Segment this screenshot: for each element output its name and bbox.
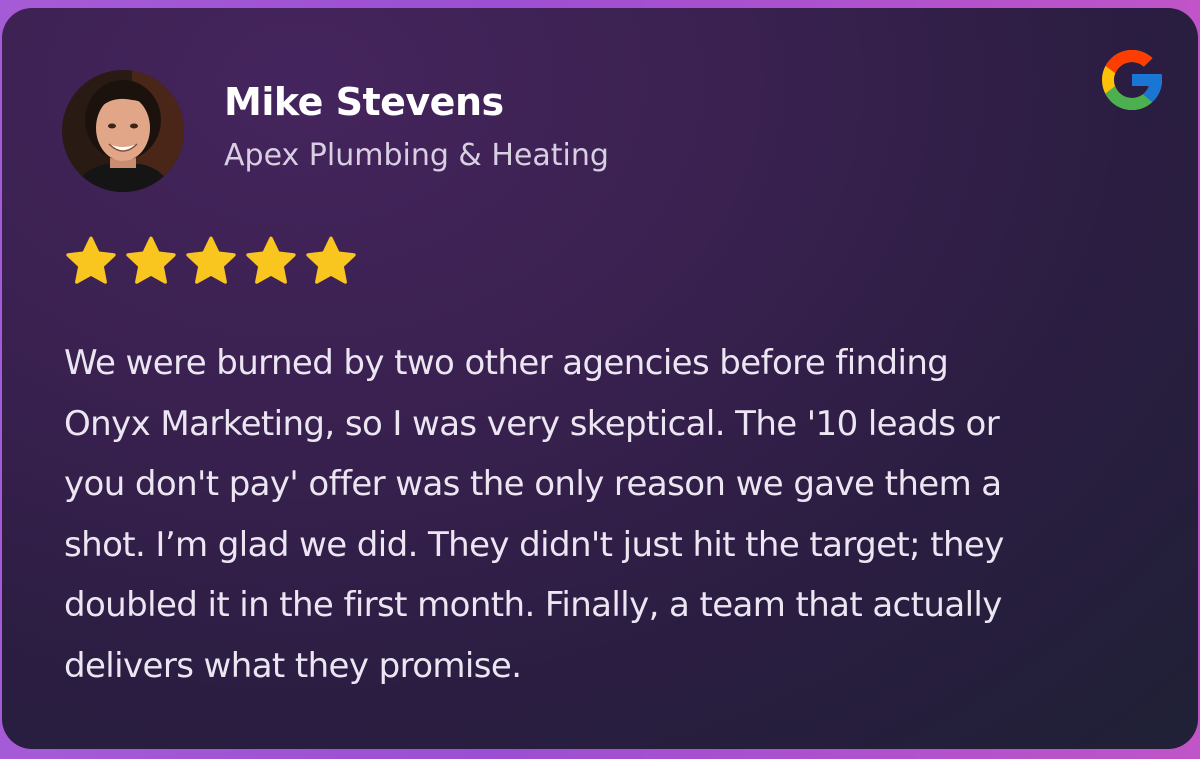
review-text: We were burned by two other agencies bef…: [64, 333, 1154, 696]
reviewer-name: Mike Stevens: [224, 80, 504, 124]
review-line: shot. I’m glad we did. They didn't just …: [64, 524, 1004, 565]
review-line: We were burned by two other agencies bef…: [64, 343, 949, 383]
review-line: you don't pay' offer was the only reason…: [64, 464, 1002, 504]
review-line: delivers what they promise.: [64, 645, 522, 686]
avatar: [62, 70, 184, 192]
star-icon: [306, 236, 356, 284]
review-line: Onyx Marketing, so I was very skeptical.…: [64, 403, 1000, 444]
star-icon: [246, 236, 296, 284]
star-rating: [62, 232, 360, 290]
star-icon: [66, 236, 116, 284]
star-icon: [186, 236, 236, 284]
google-g-icon: [1096, 44, 1168, 116]
review-card: Mike Stevens Apex Plumbing & Heating We …: [2, 8, 1198, 749]
review-line: doubled it in the first month. Finally, …: [64, 585, 1002, 625]
star-icon: [126, 236, 176, 284]
reviewer-company: Apex Plumbing & Heating: [224, 138, 609, 173]
